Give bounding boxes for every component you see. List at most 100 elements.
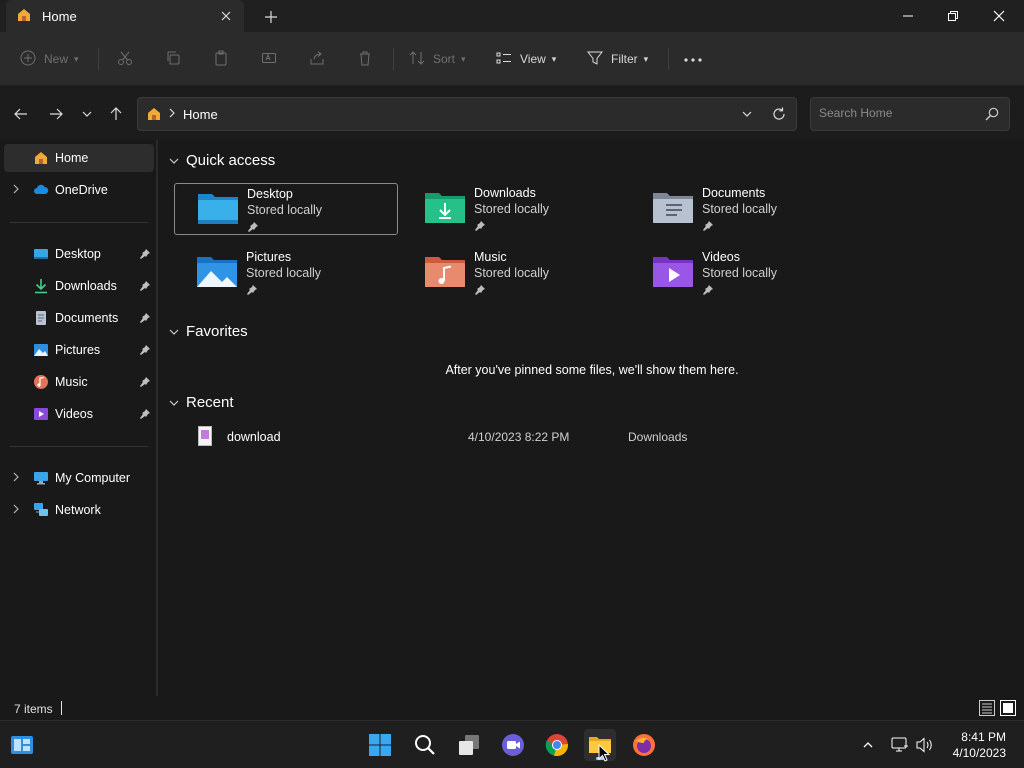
chevron-down-icon: [169, 158, 179, 164]
start-button[interactable]: [364, 729, 396, 761]
sidebar-item-pictures[interactable]: Pictures: [4, 336, 154, 364]
sort-button-label: Sort: [433, 52, 456, 66]
chevron-down-icon[interactable]: [741, 108, 753, 123]
system-clock[interactable]: 8:41 PM 4/10/2023: [953, 729, 1006, 761]
home-icon: [146, 106, 162, 125]
tile-subtitle: Stored locally: [474, 202, 550, 216]
chevron-right-icon[interactable]: [168, 106, 176, 123]
sidebar-item-my-computer[interactable]: My Computer: [4, 464, 154, 492]
search-icon[interactable]: [985, 107, 999, 124]
share-button[interactable]: [309, 46, 325, 72]
show-hidden-icons-button[interactable]: [858, 735, 878, 755]
delete-button[interactable]: [357, 46, 373, 72]
pin-icon[interactable]: [140, 280, 150, 294]
recent-locations-button[interactable]: [77, 104, 97, 124]
tile-subtitle: Stored locally: [247, 203, 323, 217]
firefox-button[interactable]: [628, 729, 660, 761]
close-window-icon[interactable]: [976, 0, 1022, 32]
home-icon: [16, 7, 32, 26]
restore-icon[interactable]: [930, 0, 976, 32]
sidebar-item-documents[interactable]: Documents: [4, 304, 154, 332]
tiles-view-icon[interactable]: [1000, 700, 1016, 716]
sidebar-item-label: Network: [55, 503, 101, 517]
desktop-folder-icon: [197, 190, 239, 226]
rename-button[interactable]: [261, 46, 277, 72]
plus-circle-icon: [20, 50, 36, 69]
sidebar-item-home[interactable]: Home: [4, 144, 154, 172]
recent-file-row[interactable]: download 4/10/2023 8:22 PM Downloads: [190, 424, 790, 448]
quick-access-pictures[interactable]: Pictures Stored locally: [174, 247, 398, 299]
chevron-right-icon[interactable]: [12, 472, 20, 485]
sidebar-item-downloads[interactable]: Downloads: [4, 272, 154, 300]
new-tab-icon[interactable]: [262, 8, 280, 26]
search-box[interactable]: [810, 97, 1010, 131]
refresh-icon[interactable]: [772, 107, 786, 124]
cut-button[interactable]: [117, 46, 133, 72]
pin-icon: [248, 221, 258, 235]
quick-access-music[interactable]: Music Stored locally: [402, 247, 626, 299]
chevron-right-icon[interactable]: [12, 184, 20, 197]
copy-button[interactable]: [165, 46, 181, 72]
search-input[interactable]: [819, 106, 979, 120]
firefox-icon: [633, 734, 655, 756]
pin-icon[interactable]: [140, 376, 150, 390]
trash-icon: [357, 50, 373, 69]
breadcrumb-home[interactable]: Home: [183, 107, 218, 122]
paste-button[interactable]: [213, 46, 229, 72]
quick-access-header[interactable]: Quick access: [168, 152, 275, 169]
network-icon: [33, 502, 49, 518]
search-button[interactable]: [409, 729, 441, 761]
recent-header[interactable]: Recent: [168, 394, 234, 411]
sort-button[interactable]: Sort ▾: [409, 46, 466, 72]
task-view-button[interactable]: [453, 729, 485, 761]
details-view-icon[interactable]: [979, 700, 995, 716]
status-bar: 7 items: [0, 696, 1024, 720]
tab-home[interactable]: Home: [6, 0, 244, 32]
share-icon: [309, 50, 325, 69]
pin-icon[interactable]: [140, 312, 150, 326]
volume-icon[interactable]: [915, 735, 935, 755]
sidebar-item-onedrive[interactable]: OneDrive: [4, 176, 154, 204]
navigation-pane: Home OneDrive Desktop Downloads Document…: [0, 140, 158, 696]
quick-access-downloads[interactable]: Downloads Stored locally: [402, 183, 626, 235]
chevron-down-icon: ▾: [643, 53, 649, 64]
quick-access-videos[interactable]: Videos Stored locally: [630, 247, 854, 299]
title-bar: Home: [0, 0, 1024, 32]
close-tab-icon[interactable]: [218, 8, 234, 24]
quick-access-documents[interactable]: Documents Stored locally: [630, 183, 854, 235]
minimize-icon[interactable]: [885, 0, 931, 32]
chevron-right-icon[interactable]: [12, 504, 20, 517]
chevron-down-icon: ▾: [74, 53, 79, 64]
chevron-down-icon: [169, 400, 179, 406]
cloud-icon: [33, 182, 49, 198]
sidebar-item-desktop[interactable]: Desktop: [4, 240, 154, 268]
clipboard-icon: [213, 50, 229, 69]
new-button[interactable]: New ▾: [20, 46, 79, 72]
favorites-header[interactable]: Favorites: [168, 323, 248, 340]
view-button[interactable]: View ▾: [496, 46, 556, 72]
more-options-button[interactable]: [684, 46, 702, 72]
pin-icon[interactable]: [140, 344, 150, 358]
filter-button-label: Filter: [611, 52, 638, 66]
music-folder-icon: [424, 253, 466, 289]
teams-chat-button[interactable]: [497, 729, 529, 761]
back-button[interactable]: [11, 104, 31, 124]
tile-name: Downloads: [474, 186, 536, 200]
sidebar-item-music[interactable]: Music: [4, 368, 154, 396]
tile-subtitle: Stored locally: [702, 266, 778, 280]
section-title: Recent: [186, 394, 234, 411]
pin-icon[interactable]: [140, 248, 150, 262]
widgets-button[interactable]: [6, 729, 38, 761]
up-button[interactable]: [106, 104, 126, 124]
address-bar[interactable]: Home: [137, 97, 797, 131]
task-view-icon: [459, 735, 479, 755]
forward-button[interactable]: [46, 104, 66, 124]
network-status-icon[interactable]: [890, 735, 910, 755]
chevron-up-icon: [863, 742, 873, 748]
sidebar-item-network[interactable]: Network: [4, 496, 154, 524]
sidebar-item-videos[interactable]: Videos: [4, 400, 154, 428]
pin-icon[interactable]: [140, 408, 150, 422]
filter-button[interactable]: Filter ▾: [586, 46, 649, 72]
quick-access-desktop[interactable]: Desktop Stored locally: [174, 183, 398, 235]
chrome-button[interactable]: [541, 729, 573, 761]
